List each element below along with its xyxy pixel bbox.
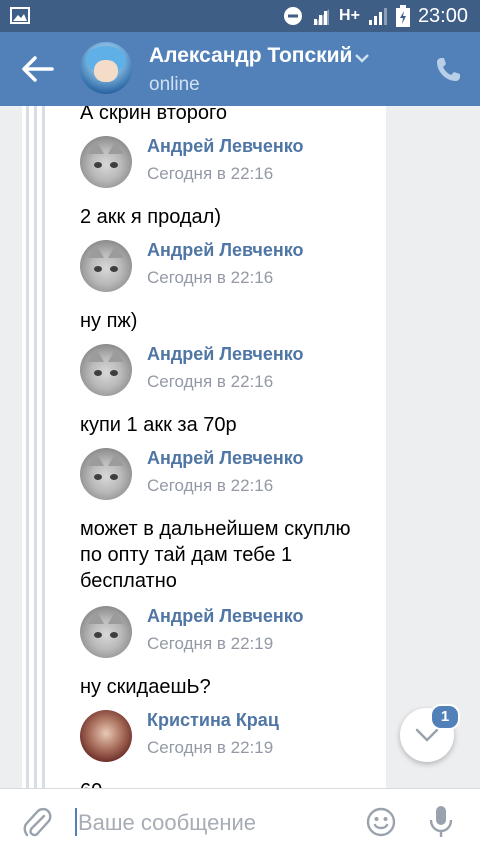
do-not-disturb-icon bbox=[284, 7, 303, 25]
message-author[interactable]: Андрей Левченко bbox=[147, 606, 304, 627]
message-text: купи 1 акк за 70р bbox=[80, 414, 237, 436]
signal-icon-1 bbox=[313, 9, 330, 25]
author-avatar[interactable] bbox=[80, 710, 132, 762]
message-author[interactable]: Андрей Левченко bbox=[147, 136, 304, 157]
author-avatar[interactable] bbox=[80, 344, 132, 396]
message-text-multiline: может в дальнейшем скуплю по опту тай да… bbox=[80, 516, 351, 594]
author-avatar[interactable] bbox=[80, 136, 132, 188]
thread-line-2 bbox=[34, 106, 37, 788]
message-text: А скрин второго bbox=[80, 106, 228, 124]
thread-line-1 bbox=[26, 106, 29, 788]
unread-count-badge: 1 bbox=[430, 704, 460, 730]
message-text: ну пж) bbox=[80, 310, 138, 332]
message-header: Андрей Левченко Сегодня в 22:16 bbox=[80, 448, 400, 504]
message-header: Андрей Левченко Сегодня в 22:16 bbox=[80, 136, 400, 192]
forwarded-messages-block: А скрин второго Андрей Левченко Сегодня … bbox=[22, 106, 386, 788]
chevron-down-icon[interactable] bbox=[355, 53, 369, 63]
signal-icon-2 bbox=[368, 8, 387, 25]
emoji-smile-icon[interactable] bbox=[366, 807, 396, 837]
paperclip-icon[interactable] bbox=[22, 807, 52, 839]
message-timestamp: Сегодня в 22:16 bbox=[147, 372, 274, 391]
message-timestamp: Сегодня в 22:16 bbox=[147, 268, 274, 287]
microphone-icon[interactable] bbox=[428, 805, 454, 839]
author-avatar[interactable] bbox=[80, 606, 132, 658]
thread-line-3 bbox=[42, 106, 45, 788]
contact-status: online bbox=[149, 74, 200, 95]
message-line: по опту тай дам тебе 1 bbox=[80, 544, 293, 566]
message-header: Андрей Левченко Сегодня в 22:19 bbox=[80, 606, 400, 662]
gallery-notification-icon bbox=[10, 7, 30, 24]
back-arrow-icon[interactable] bbox=[20, 54, 56, 84]
message-text: 60 bbox=[80, 778, 102, 788]
author-avatar[interactable] bbox=[80, 240, 132, 292]
contact-name[interactable]: Александр Топский bbox=[149, 44, 352, 68]
chat-area[interactable]: А скрин второго Андрей Левченко Сегодня … bbox=[0, 106, 480, 788]
message-line: бесплатно bbox=[80, 570, 177, 592]
chevron-down-icon bbox=[415, 728, 439, 742]
status-bar: H+ 23:00 bbox=[0, 0, 480, 32]
message-timestamp: Сегодня в 22:16 bbox=[147, 164, 274, 183]
message-timestamp: Сегодня в 22:19 bbox=[147, 738, 274, 757]
message-line: может в дальнейшем скуплю bbox=[80, 518, 351, 540]
network-type-label: H+ bbox=[339, 7, 360, 24]
message-timestamp: Сегодня в 22:16 bbox=[147, 476, 274, 495]
battery-charging-icon bbox=[395, 5, 410, 27]
avatar-face bbox=[94, 60, 118, 82]
message-timestamp: Сегодня в 22:19 bbox=[147, 634, 274, 653]
chat-header: Александр Топский online bbox=[0, 32, 480, 106]
message-author[interactable]: Андрей Левченко bbox=[147, 448, 304, 469]
message-author[interactable]: Кристина Крац bbox=[147, 710, 279, 731]
message-text: 2 акк я продал) bbox=[80, 206, 222, 228]
message-author[interactable]: Андрей Левченко bbox=[147, 240, 304, 261]
contact-avatar[interactable] bbox=[80, 42, 132, 94]
author-avatar[interactable] bbox=[80, 448, 132, 500]
message-composer bbox=[0, 788, 480, 855]
status-time: 23:00 bbox=[417, 4, 468, 27]
phone-icon[interactable] bbox=[434, 56, 462, 84]
message-header: Кристина Крац Сегодня в 22:19 bbox=[80, 710, 400, 766]
message-header: Андрей Левченко Сегодня в 22:16 bbox=[80, 240, 400, 296]
message-text: ну скидаешЬ? bbox=[80, 676, 211, 698]
message-author[interactable]: Андрей Левченко bbox=[147, 344, 304, 365]
message-input[interactable] bbox=[76, 803, 352, 843]
message-header: Андрей Левченко Сегодня в 22:16 bbox=[80, 344, 400, 400]
